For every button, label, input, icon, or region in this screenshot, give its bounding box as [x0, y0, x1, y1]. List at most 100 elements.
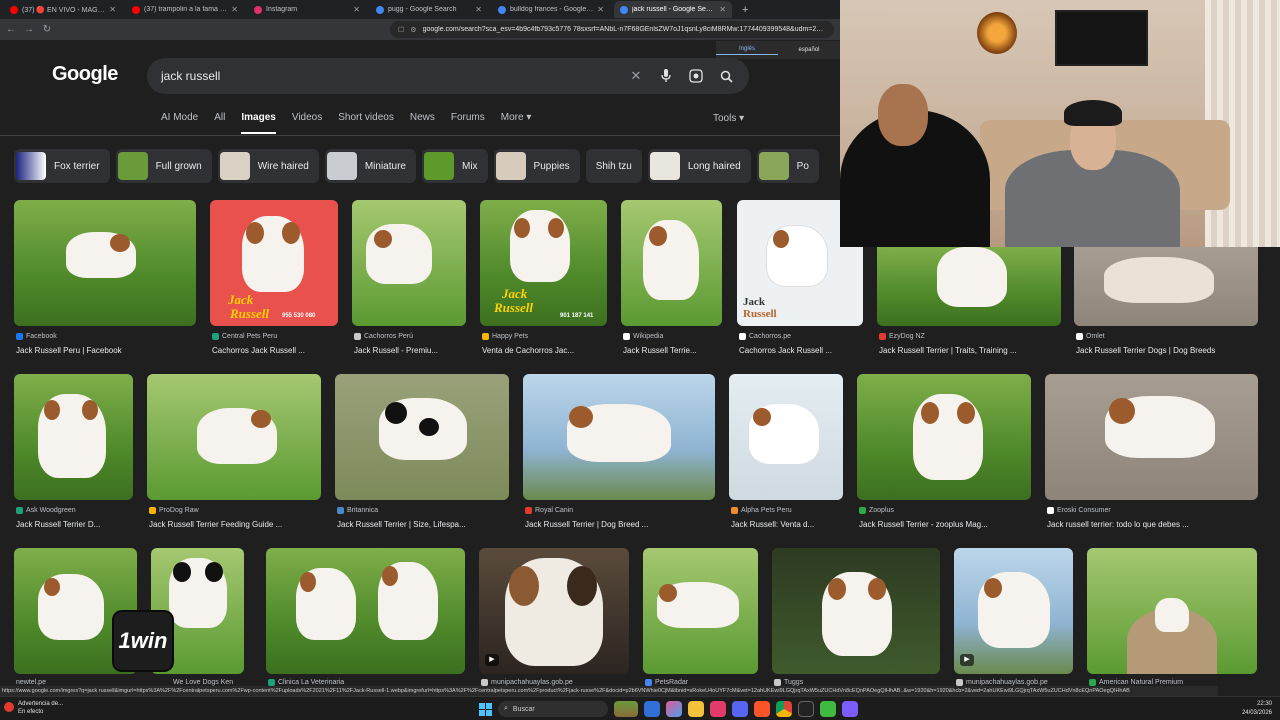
browser-tab[interactable]: pugg - Google Search ✕: [370, 1, 488, 18]
video-play-icon[interactable]: ▶: [485, 654, 499, 666]
image-result[interactable]: Britannica Jack Russell Terrier | Size, …: [335, 374, 509, 534]
camera-search-icon[interactable]: [687, 67, 705, 85]
system-clock[interactable]: 22:30 24/03/2026: [1242, 700, 1272, 718]
result-image[interactable]: [877, 247, 1061, 326]
result-image[interactable]: ▶: [954, 548, 1073, 674]
taskbar-search[interactable]: ⌕ Buscar: [498, 701, 608, 717]
bookmark-icon[interactable]: ☐: [398, 26, 404, 34]
tab-more[interactable]: More ▾: [501, 112, 532, 134]
chip-mix[interactable]: Mix: [421, 149, 488, 183]
image-result[interactable]: ProDog Raw Jack Russell Terrier Feeding …: [147, 374, 321, 534]
media-icon[interactable]: [710, 701, 726, 717]
reload-icon[interactable]: ↻: [42, 24, 52, 35]
close-icon[interactable]: ✕: [109, 5, 116, 14]
result-image[interactable]: [643, 548, 758, 674]
translate-option-spanish[interactable]: español: [778, 47, 840, 53]
image-result[interactable]: Jack Russell 901 187 141 Happy Pets Vent…: [480, 200, 607, 360]
microphone-icon[interactable]: [657, 67, 675, 85]
browser-tab[interactable]: bulldog frances - Google Search✕: [492, 1, 610, 18]
file-explorer-icon[interactable]: [644, 701, 660, 717]
browser-tab[interactable]: (37) 🔴 EN VIVO - MAGALY TV LA FI✕: [4, 1, 122, 18]
image-result[interactable]: Alpha Pets Peru Jack Russell: Venta d...: [729, 374, 843, 534]
tab-short-videos[interactable]: Short videos: [338, 112, 394, 134]
result-image[interactable]: [772, 548, 940, 674]
image-result[interactable]: Tuggs: [772, 548, 940, 686]
result-image[interactable]: [729, 374, 843, 500]
start-button[interactable]: [479, 703, 492, 716]
image-result[interactable]: PetsRadar: [643, 548, 758, 686]
search-input[interactable]: [161, 69, 615, 83]
weather-widget[interactable]: Advertencia de... En efecto: [4, 700, 63, 716]
image-result[interactable]: Zooplus Jack Russell Terrier - zooplus M…: [857, 374, 1031, 534]
image-result[interactable]: Wikipedia Jack Russell Terrie...: [621, 200, 722, 360]
result-image[interactable]: ▶: [479, 548, 629, 674]
url-field[interactable]: ☐ ⚙ google.com/search?sca_esv=4b9c4fb793…: [390, 21, 834, 38]
close-icon[interactable]: ✕: [475, 5, 482, 14]
image-result[interactable]: Omlet Jack Russell Terrier Dogs | Dog Br…: [1074, 247, 1258, 360]
google-logo[interactable]: Google: [52, 63, 118, 86]
chip-miniature[interactable]: Miniature: [324, 149, 416, 183]
obs-icon[interactable]: [798, 701, 814, 717]
result-image[interactable]: Jack Russell 901 187 141: [480, 200, 607, 326]
result-image[interactable]: [266, 548, 465, 674]
image-result[interactable]: Facebook Jack Russell Peru | Facebook: [14, 200, 196, 360]
image-result[interactable]: American Natural Premium: [1087, 548, 1257, 686]
tab-all[interactable]: All: [214, 112, 225, 134]
image-result[interactable]: Clinica La Veterinaria: [266, 548, 465, 686]
result-image[interactable]: [857, 374, 1031, 500]
close-icon[interactable]: ✕: [597, 5, 604, 14]
discord-icon[interactable]: [732, 701, 748, 717]
chip-puppies[interactable]: Puppies: [493, 149, 580, 183]
chip-shih-tzu[interactable]: Shih tzu: [585, 149, 642, 183]
image-result[interactable]: ▶ munipachahuaylas.gob.pe: [954, 548, 1073, 686]
chip-pocket[interactable]: Po: [756, 149, 819, 183]
brave-icon[interactable]: [754, 701, 770, 717]
video-play-icon[interactable]: ▶: [960, 654, 974, 666]
image-result[interactable]: EzyDog NZ Jack Russell Terrier | Traits,…: [877, 247, 1061, 360]
image-result[interactable]: Eroski Consumer Jack russell terrier: to…: [1045, 374, 1258, 534]
chip-wire-haired[interactable]: Wire haired: [217, 149, 319, 183]
tab-ai-mode[interactable]: AI Mode: [161, 112, 198, 134]
browser-tab[interactable]: (37) trampolin a la fama augusto fer✕: [126, 1, 244, 18]
tab-forums[interactable]: Forums: [451, 112, 485, 134]
result-image[interactable]: Jack Russell 955 530 080: [210, 200, 338, 326]
result-image[interactable]: [1074, 247, 1258, 326]
folder-icon[interactable]: [688, 701, 704, 717]
search-icon[interactable]: [717, 67, 735, 85]
image-result[interactable]: Royal Canin Jack Russell Terrier | Dog B…: [523, 374, 715, 534]
result-image[interactable]: [14, 200, 196, 326]
back-icon[interactable]: ←: [6, 24, 16, 35]
chip-long-haired[interactable]: Long haired: [647, 149, 751, 183]
new-tab-button[interactable]: +: [736, 4, 754, 16]
result-image[interactable]: [621, 200, 722, 326]
result-image[interactable]: [14, 374, 133, 500]
browser-tab-active[interactable]: jack russell - Google Search ✕: [614, 1, 732, 18]
landscape-widget-icon[interactable]: [614, 701, 638, 717]
result-image[interactable]: [335, 374, 509, 500]
tools-button[interactable]: Tools ▾: [713, 113, 744, 124]
image-result[interactable]: Jack Russell 955 530 080 Central Pets Pe…: [210, 200, 338, 360]
browser-tab[interactable]: Instagram ✕: [248, 1, 366, 18]
close-icon[interactable]: ✕: [719, 5, 726, 14]
tab-videos[interactable]: Videos: [292, 112, 322, 134]
forward-icon[interactable]: →: [24, 24, 34, 35]
clear-icon[interactable]: ✕: [627, 67, 645, 85]
result-image[interactable]: [147, 374, 321, 500]
image-result[interactable]: ▶ munipachahuaylas.gob.pe: [479, 548, 629, 686]
result-image[interactable]: [1087, 548, 1257, 674]
result-image[interactable]: [352, 200, 466, 326]
image-result[interactable]: Cachorros Perú Jack Russell - Premiu...: [352, 200, 466, 360]
tab-news[interactable]: News: [410, 112, 435, 134]
app-icon[interactable]: [820, 701, 836, 717]
translate-option-english[interactable]: Inglés: [716, 46, 778, 55]
chip-full-grown[interactable]: Full grown: [115, 149, 212, 183]
close-icon[interactable]: ✕: [353, 5, 360, 14]
app-icon[interactable]: [842, 701, 858, 717]
result-image[interactable]: [523, 374, 715, 500]
copilot-icon[interactable]: [666, 701, 682, 717]
site-info-icon[interactable]: ⚙: [410, 26, 416, 34]
close-icon[interactable]: ✕: [231, 5, 238, 14]
chrome-icon[interactable]: [776, 701, 792, 717]
chip-fox-terrier[interactable]: Fox terrier: [14, 149, 110, 183]
tab-images[interactable]: Images: [241, 112, 276, 134]
